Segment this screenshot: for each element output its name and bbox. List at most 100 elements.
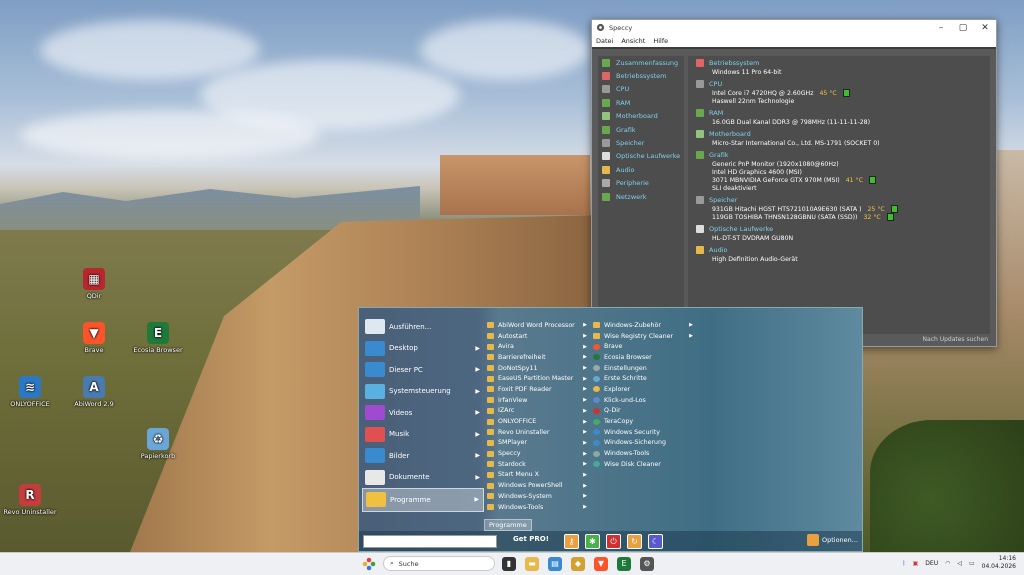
menu-hilfe[interactable]: Hilfe <box>653 37 668 45</box>
chevron-right-icon: ▶ <box>583 439 587 446</box>
start-item-systemsteuerung[interactable]: Systemsteuerung ▶ <box>362 381 484 403</box>
nav-item-ram[interactable]: RAM <box>598 96 684 109</box>
app-icon[interactable]: ◆ <box>571 556 585 571</box>
desktop-icon-label: QDir <box>86 292 102 300</box>
desktop-icon-brave[interactable]: ▼ Brave <box>64 322 124 354</box>
start-item-dokumente[interactable]: Dokumente ▶ <box>362 467 484 489</box>
program-windows-tools[interactable]: Windows-Tools ▶ <box>487 502 587 513</box>
chevron-right-icon: ▶ <box>583 450 587 457</box>
get-pro-button[interactable]: Get PRO! <box>513 535 549 543</box>
program-explorer[interactable]: Explorer <box>593 384 693 395</box>
program-windows-tools[interactable]: Windows-Tools <box>593 448 693 459</box>
calendar-icon[interactable]: ▤ <box>548 556 562 571</box>
desktop-icon-ecosia-browser[interactable]: E Ecosia Browser <box>128 322 188 354</box>
taskview-icon[interactable]: ▮ <box>502 556 516 571</box>
program-stardock[interactable]: Stardock ▶ <box>487 459 587 470</box>
start-item-dieser-pc[interactable]: Dieser PC ▶ <box>362 359 484 381</box>
bluetooth-icon[interactable]: ᛒ <box>902 560 906 567</box>
battery-icon[interactable]: ▭ <box>969 560 975 567</box>
sleep-icon[interactable]: ☾ <box>648 534 663 549</box>
key-icon[interactable]: ⚷ <box>564 534 579 549</box>
options-button[interactable]: Optionen... <box>806 534 858 546</box>
program-abiword-word-processor[interactable]: AbiWord Word Processor ▶ <box>487 320 587 331</box>
program-irfanview[interactable]: IrfanView ▶ <box>487 395 587 406</box>
nav-item-betriebssystem[interactable]: Betriebssystem <box>598 69 684 82</box>
program-klick-und-los[interactable]: Klick-und-Los <box>593 395 693 406</box>
menu-datei[interactable]: Datei <box>596 37 613 45</box>
desktop-icon-papierkorb[interactable]: ♻ Papierkorb <box>128 428 188 460</box>
program-autostart[interactable]: Autostart ▶ <box>487 331 587 342</box>
program-speccy[interactable]: Speccy ▶ <box>487 448 587 459</box>
spec-line: High Definition Audio-Gerät <box>696 255 982 263</box>
explorer-icon[interactable]: ▬ <box>525 556 539 571</box>
program-teracopy[interactable]: TeraCopy <box>593 416 693 427</box>
program-smplayer[interactable]: SMPlayer ▶ <box>487 438 587 449</box>
nav-item-grafik[interactable]: Grafik <box>598 123 684 136</box>
volume-icon[interactable]: ◁ <box>957 560 962 567</box>
start-item-bilder[interactable]: Bilder ▶ <box>362 445 484 467</box>
start-search-input[interactable] <box>363 535 497 548</box>
program-onlyoffice[interactable]: ONLYOFFICE ▶ <box>487 416 587 427</box>
power-icon[interactable]: ⏻ <box>606 534 621 549</box>
language-indicator[interactable]: DEU <box>925 560 938 567</box>
brave-icon[interactable]: ▼ <box>594 556 608 571</box>
nav-item-audio[interactable]: Audio <box>598 163 684 176</box>
nav-item-peripherie[interactable]: Peripherie <box>598 177 684 190</box>
program-foxit-pdf-reader[interactable]: Foxit PDF Reader ▶ <box>487 384 587 395</box>
program-donotspy11[interactable]: DoNotSpy11 ▶ <box>487 363 587 374</box>
program-einstellungen[interactable]: Einstellungen <box>593 363 693 374</box>
start-item-programme[interactable]: Programme ▶ <box>362 488 484 512</box>
close-button[interactable]: ✕ <box>974 23 996 33</box>
desktop-icon-abiword-2-9[interactable]: A AbiWord 2.9 <box>64 376 124 408</box>
nav-item-cpu[interactable]: CPU <box>598 83 684 96</box>
clock[interactable]: 14:16 04.04.2026 <box>982 555 1016 571</box>
restart-icon[interactable]: ↻ <box>627 534 642 549</box>
program-barrierefreiheit[interactable]: Barrierefreiheit ▶ <box>487 352 587 363</box>
wifi-icon[interactable]: ◠ <box>945 560 950 567</box>
program-q-dir[interactable]: Q-Dir <box>593 406 693 417</box>
programme-tab[interactable]: Programme <box>484 519 532 531</box>
speccy-icon[interactable]: ⚙ <box>640 556 654 571</box>
program-izarc[interactable]: IZArc ▶ <box>487 406 587 417</box>
program-wise-registry-cleaner[interactable]: Wise Registry Cleaner ▶ <box>593 331 693 342</box>
program-windows-powershell[interactable]: Windows PowerShell ▶ <box>487 480 587 491</box>
spec-value: Windows 11 Pro 64-bit <box>712 68 782 76</box>
taskbar-search[interactable]: ⌕ Suche <box>383 556 495 571</box>
ecosia-icon[interactable]: E <box>617 556 631 571</box>
program-easeus-partition-master[interactable]: EaseUS Partition Master ▶ <box>487 373 587 384</box>
section-speicher: Speicher 931GB Hitachi HGST HTS721010A9E6… <box>696 195 982 221</box>
start-item-videos[interactable]: Videos ▶ <box>362 402 484 424</box>
program-windows-zubeh-r[interactable]: Windows-Zubehör ▶ <box>593 320 693 331</box>
nav-item-optische-laufwerke[interactable]: Optische Laufwerke <box>598 150 684 163</box>
start-button[interactable] <box>362 557 376 571</box>
minimize-button[interactable]: – <box>930 23 952 33</box>
start-item-musik[interactable]: Musik ▶ <box>362 424 484 446</box>
maximize-button[interactable]: ▢ <box>952 23 974 33</box>
check-updates-link[interactable]: Nach Updates suchen <box>923 336 988 343</box>
nav-item-speicher[interactable]: Speicher <box>598 136 684 149</box>
desktop-icon-revo-uninstaller[interactable]: R Revo Uninstaller <box>0 484 60 516</box>
speccy-titlebar[interactable]: Speccy – ▢ ✕ <box>592 20 996 35</box>
program-revo-uninstaller[interactable]: Revo Uninstaller ▶ <box>487 427 587 438</box>
program-avira[interactable]: Avira ▶ <box>487 341 587 352</box>
nav-item-netzwerk[interactable]: Netzwerk <box>598 190 684 203</box>
program-ecosia-browser[interactable]: Ecosia Browser <box>593 352 693 363</box>
desktop-icon-qdir[interactable]: ▦ QDir <box>64 268 124 300</box>
nav-item-zusammenfassung[interactable]: Zusammenfassung <box>598 56 684 69</box>
desktop-icon-onlyoffice[interactable]: ≋ ONLYOFFICE <box>0 376 60 408</box>
program-windows-sicherung[interactable]: Windows-Sicherung <box>593 438 693 449</box>
program-windows-system[interactable]: Windows-System ▶ <box>487 491 587 502</box>
program-erste-schritte[interactable]: Erste Schritte <box>593 373 693 384</box>
program-wise-disk-cleaner[interactable]: Wise Disk Cleaner <box>593 459 693 470</box>
nav-item-motherboard[interactable]: Motherboard <box>598 110 684 123</box>
settings-icon[interactable]: ✱ <box>585 534 600 549</box>
program-windows-security[interactable]: Windows Security <box>593 427 693 438</box>
spec-value: HL-DT-ST DVDRAM GU80N <box>712 234 794 242</box>
start-item-desktop[interactable]: Desktop ▶ <box>362 338 484 360</box>
speccy-window[interactable]: Speccy – ▢ ✕ Datei Ansicht Hilfe Zusamme… <box>591 19 997 347</box>
start-item-ausf-hren[interactable]: Ausführen... <box>362 316 484 338</box>
program-start-menu-x[interactable]: Start Menu X ▶ <box>487 470 587 481</box>
menu-ansicht[interactable]: Ansicht <box>621 37 645 45</box>
program-brave[interactable]: Brave <box>593 341 693 352</box>
tray-app-icon[interactable]: ▣ <box>913 560 919 567</box>
